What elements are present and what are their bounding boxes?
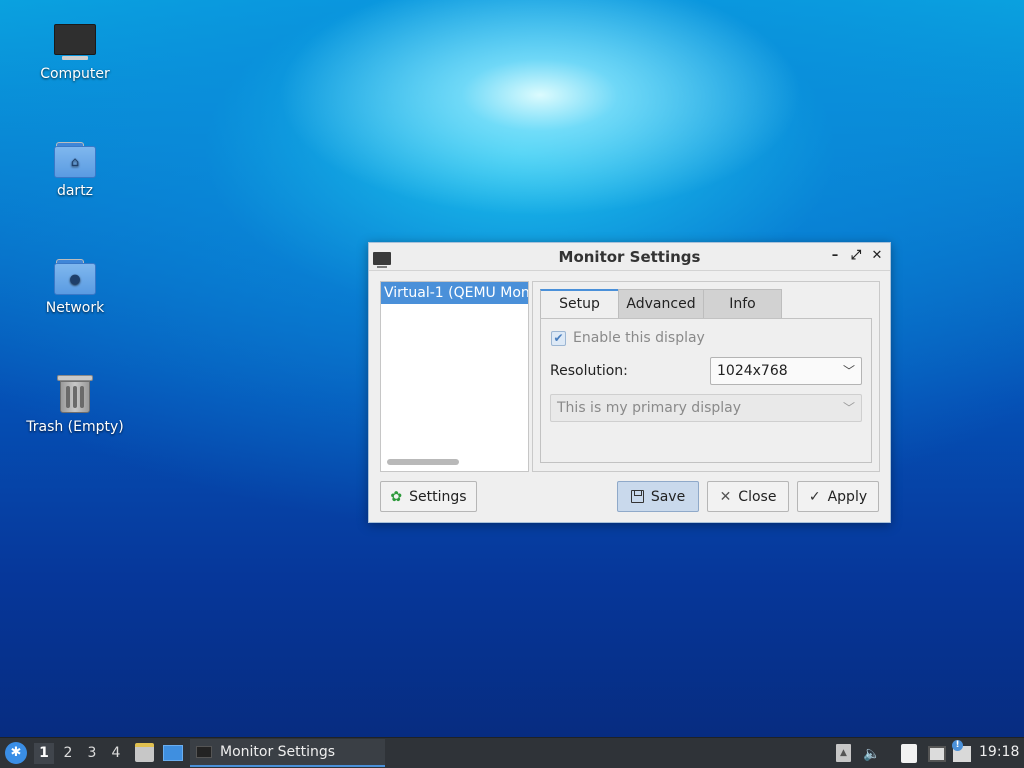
chevron-down-icon: ﹀	[842, 364, 855, 378]
workspace-2[interactable]: 2	[58, 743, 78, 764]
show-desktop-icon[interactable]	[163, 745, 183, 761]
taskbar: ✱ 1 2 3 4 Monitor Settings ▲ 🔈 19:18	[0, 737, 1024, 768]
trash-icon	[56, 373, 94, 415]
monitor-app-icon	[196, 746, 212, 758]
desktop-icon-computer[interactable]: Computer	[20, 24, 130, 82]
close-icon: ✕	[719, 488, 732, 505]
desktop-icon-label: dartz	[56, 183, 94, 199]
volume-icon[interactable]: 🔈	[863, 744, 881, 764]
primary-display-value: This is my primary display	[557, 400, 742, 416]
notification-icon[interactable]	[952, 740, 971, 762]
display-list-item[interactable]: Virtual-1 (QEMU Mon	[381, 282, 528, 304]
clipboard-icon[interactable]	[901, 744, 917, 763]
chevron-down-icon: ﹀	[842, 401, 855, 415]
update-icon[interactable]: ▲	[836, 744, 851, 762]
workspace-1[interactable]: 1	[34, 743, 54, 764]
workspace-3[interactable]: 3	[82, 743, 102, 764]
settings-button-label: Settings	[409, 488, 467, 505]
start-menu-button[interactable]: ✱	[5, 742, 27, 764]
apply-button-label: Apply	[827, 488, 868, 505]
check-icon: ✓	[808, 488, 821, 505]
network-folder-icon: ●	[54, 258, 96, 296]
window-titlebar[interactable]: Monitor Settings – ⤢ ✕	[369, 243, 890, 271]
horizontal-scrollbar[interactable]	[387, 459, 459, 465]
monitor-settings-window: Monitor Settings – ⤢ ✕ Virtual-1 (QEMU M…	[368, 242, 891, 523]
resolution-select[interactable]: 1024x768 ﹀	[710, 357, 862, 385]
close-button[interactable]: ✕ Close	[707, 481, 789, 512]
primary-display-select[interactable]: This is my primary display ﹀	[550, 394, 862, 422]
save-button-label: Save	[650, 488, 686, 505]
taskbar-item-label: Monitor Settings	[220, 744, 336, 760]
taskbar-item-monitor-settings[interactable]: Monitor Settings	[190, 739, 385, 767]
network-icon[interactable]	[928, 746, 946, 762]
display-list[interactable]: Virtual-1 (QEMU Mon	[380, 281, 529, 472]
setup-panel: ✔ Enable this display Resolution: 1024x7…	[540, 318, 872, 463]
resolution-label: Resolution:	[550, 363, 628, 379]
enable-display-checkbox[interactable]: ✔	[551, 330, 566, 346]
gear-icon: ✿	[390, 488, 403, 505]
file-manager-icon[interactable]	[135, 743, 154, 762]
clock[interactable]: 19:18	[979, 744, 1019, 760]
desktop-icon-label: Computer	[40, 66, 110, 82]
home-folder-icon: ⌂	[54, 141, 96, 179]
tab-setup[interactable]: Setup	[540, 289, 619, 319]
maximize-button[interactable]: ⤢	[849, 247, 863, 265]
close-window-button[interactable]: ✕	[870, 247, 884, 265]
settings-button[interactable]: ✿ Settings	[380, 481, 477, 512]
tab-info[interactable]: Info	[703, 289, 782, 319]
close-button-label: Close	[738, 488, 777, 505]
apply-button[interactable]: ✓ Apply	[797, 481, 879, 512]
tab-advanced[interactable]: Advanced	[618, 289, 704, 319]
workspace-4[interactable]: 4	[106, 743, 126, 764]
desktop-icon-home[interactable]: ⌂ dartz	[20, 141, 130, 199]
tab-bar: Setup Advanced Info	[540, 289, 782, 319]
window-title: Monitor Settings	[558, 248, 701, 266]
resolution-value: 1024x768	[717, 363, 788, 379]
enable-display-row[interactable]: ✔ Enable this display	[551, 330, 705, 346]
enable-display-label: Enable this display	[573, 330, 705, 346]
save-icon	[630, 490, 644, 503]
save-button[interactable]: Save	[617, 481, 699, 512]
computer-icon	[54, 24, 96, 62]
settings-tab-frame: Setup Advanced Info ✔ Enable this displa…	[532, 281, 880, 472]
minimize-button[interactable]: –	[828, 247, 842, 265]
desktop-icon-label: Network	[45, 300, 105, 316]
desktop-icon-label: Trash (Empty)	[26, 419, 124, 435]
desktop-icon-trash[interactable]: Trash (Empty)	[20, 373, 130, 435]
desktop-icon-network[interactable]: ● Network	[20, 258, 130, 316]
